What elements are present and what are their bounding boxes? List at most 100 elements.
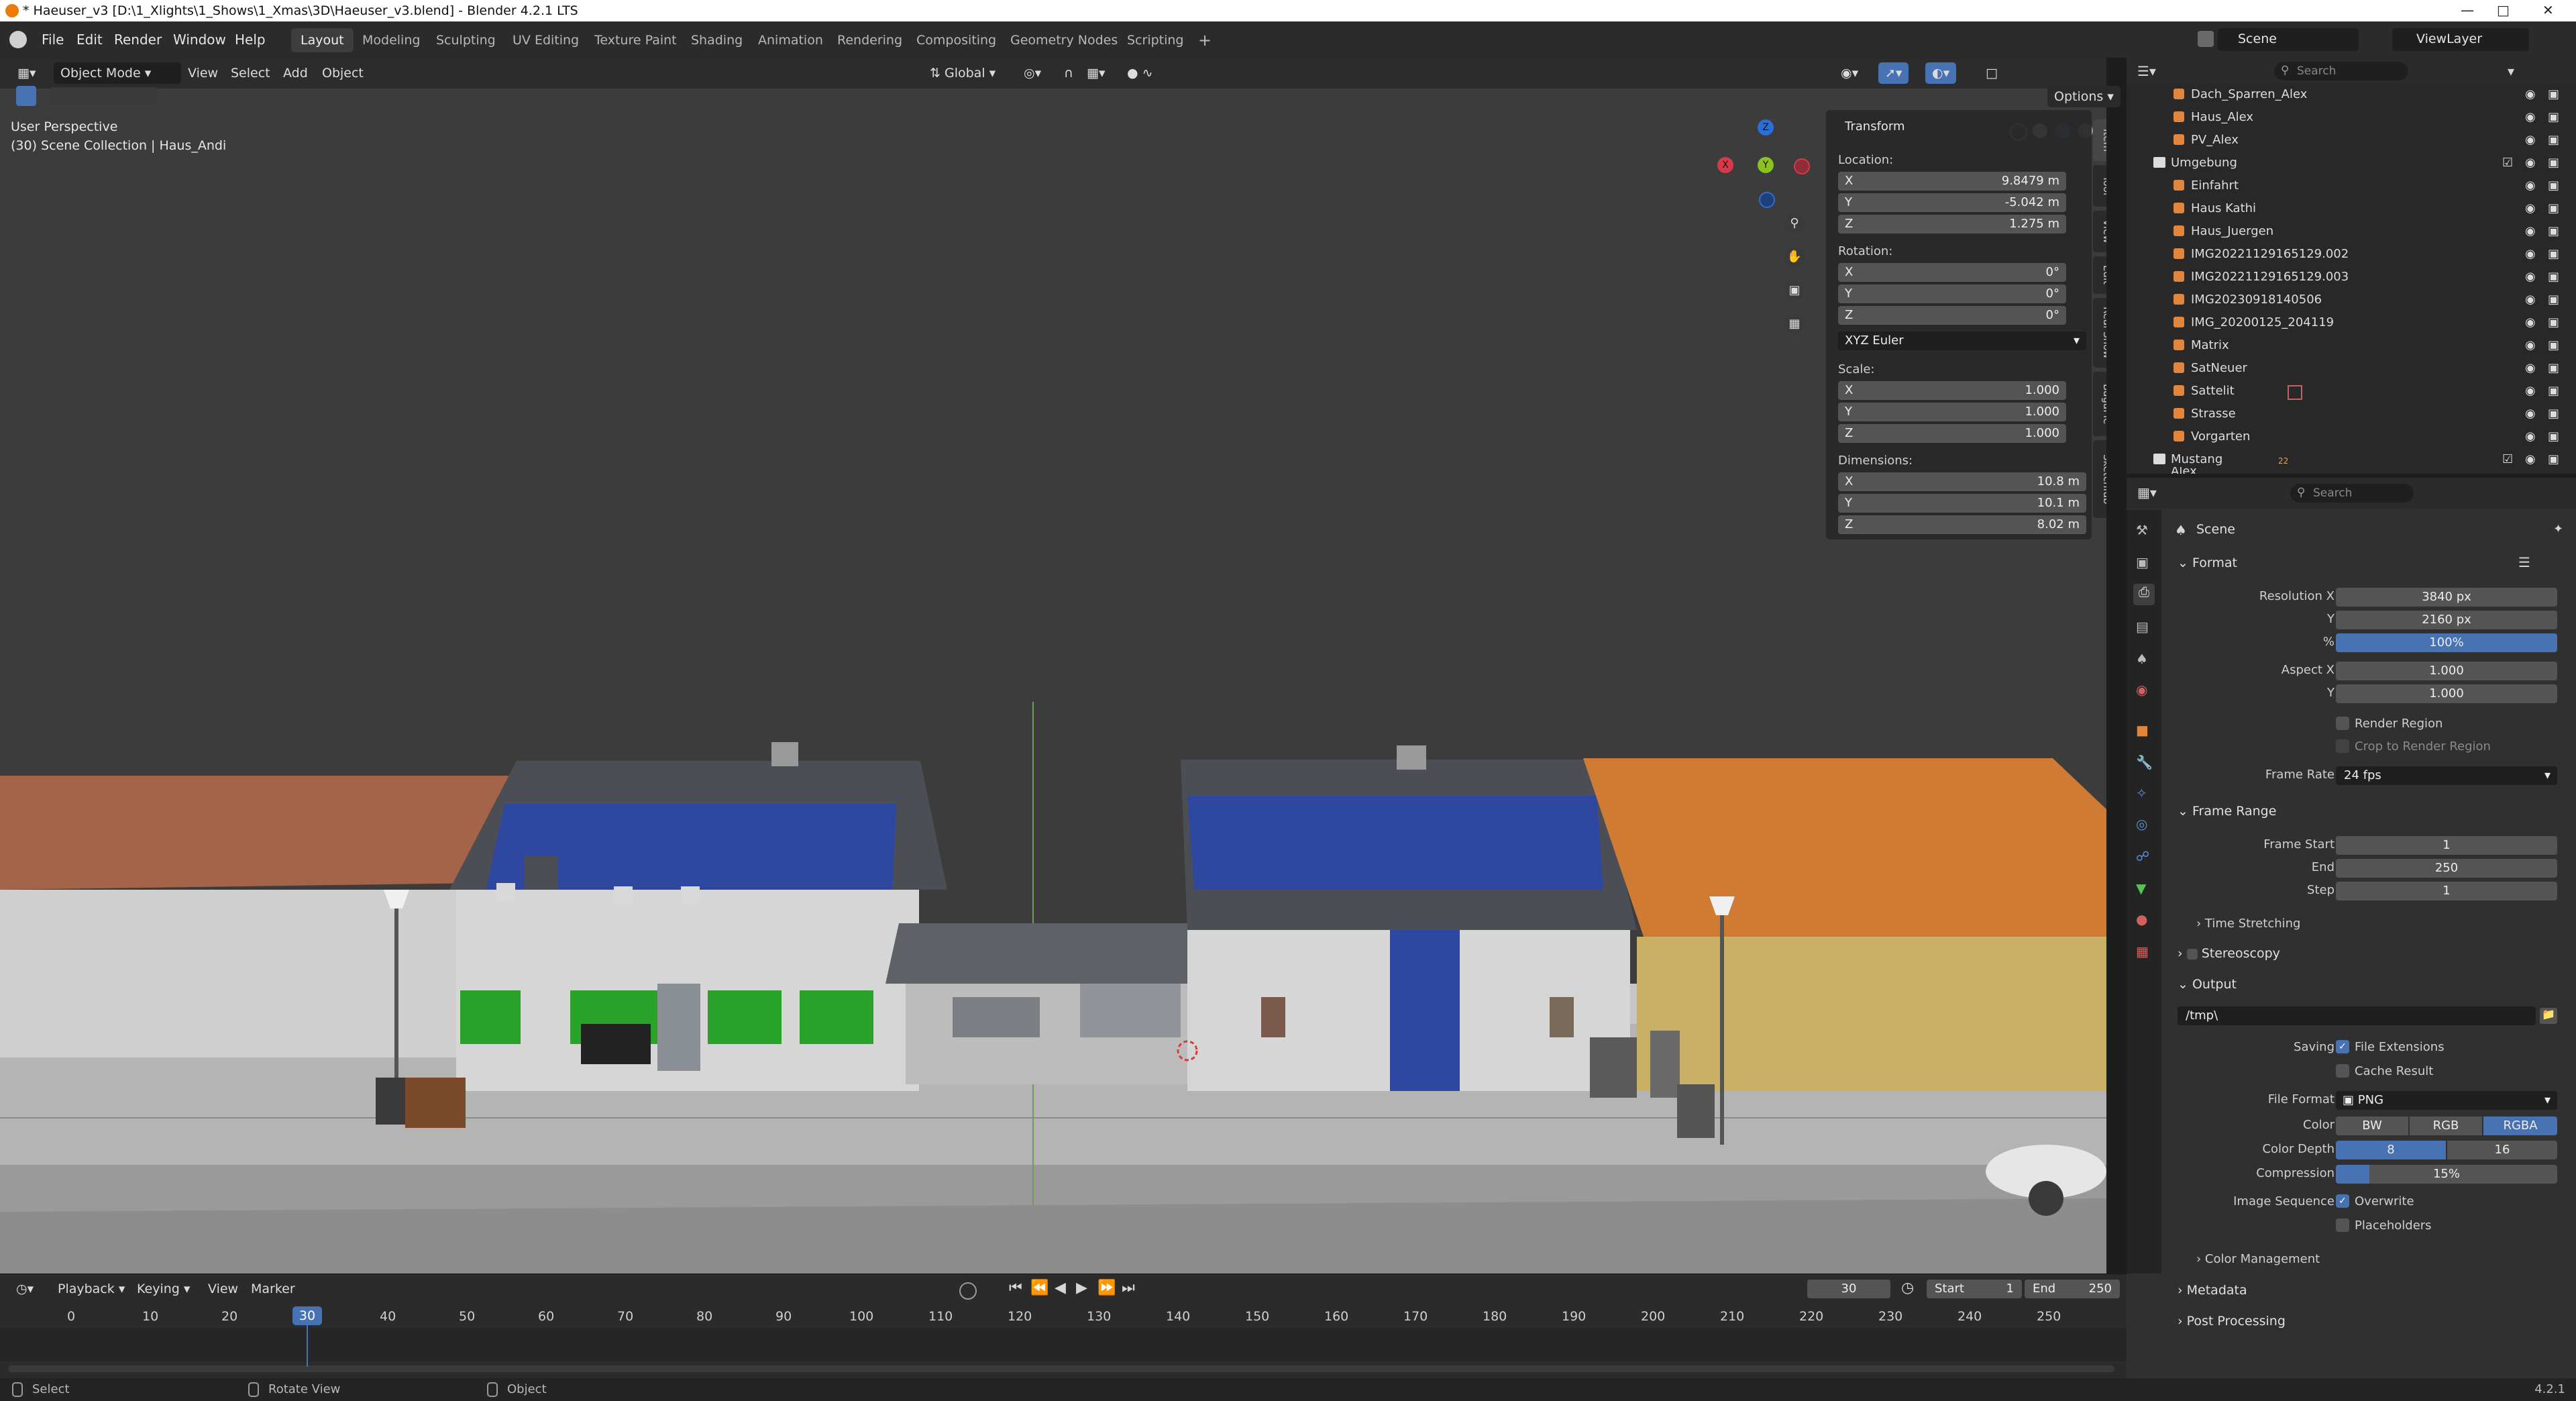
folder-icon[interactable]: 📁 xyxy=(2540,1008,2557,1024)
camera-render-icon[interactable]: ▣ xyxy=(2548,361,2559,375)
constraints-tab-icon[interactable]: ☍ xyxy=(2136,848,2149,864)
xray-icon[interactable]: □ xyxy=(1979,62,2004,84)
format-panel-header[interactable]: ⌄ Format xyxy=(2178,556,2237,570)
ortho-grid-icon[interactable]: ▦ xyxy=(1784,314,1805,334)
mode-selector[interactable]: Object Mode ▾ xyxy=(54,62,181,84)
eye-icon[interactable]: ◉ xyxy=(2525,429,2536,444)
jump-keyframe-forward-icon[interactable]: ⏩ xyxy=(1097,1280,1116,1296)
eye-icon[interactable]: ◉ xyxy=(2525,338,2536,352)
menu-marker[interactable]: Marker xyxy=(244,1278,302,1300)
eye-icon[interactable]: ◉ xyxy=(2525,201,2536,215)
frame-step-field[interactable]: 1 xyxy=(2336,882,2557,900)
gizmo-neg-z-axis[interactable] xyxy=(1759,192,1775,208)
time-stretching-subpanel[interactable]: › Time Stretching xyxy=(2196,917,2300,931)
zoom-icon[interactable]: ⚲ xyxy=(1784,213,1805,234)
frame-rate-select[interactable]: 24 fps ▾ xyxy=(2336,766,2557,785)
gizmo-y-axis[interactable]: Y xyxy=(1758,157,1774,173)
menu-view[interactable]: View xyxy=(181,62,225,84)
menu-view[interactable]: View xyxy=(201,1278,245,1300)
overlay-toggle-icon[interactable]: ◐▾ xyxy=(1925,62,1957,84)
start-frame-field[interactable]: Start 1 xyxy=(1927,1280,2022,1298)
sidetab-sketchfab[interactable]: Sketchfab xyxy=(2093,440,2106,518)
menu-keying[interactable]: Keying ▾ xyxy=(130,1278,197,1300)
camera-render-icon[interactable]: ▣ xyxy=(2548,178,2559,193)
jump-start-icon[interactable]: ⏮ xyxy=(1009,1280,1022,1296)
rotation-y-field[interactable]: Y 0° xyxy=(1838,284,2066,303)
camera-render-icon[interactable]: ▣ xyxy=(2548,270,2559,284)
outliner-row[interactable]: Sattelit ◉ ▣ xyxy=(2127,381,2576,404)
eye-icon[interactable]: ◉ xyxy=(2525,293,2536,307)
outliner-row[interactable]: Umgebung ☑ ◉ ▣ xyxy=(2127,153,2576,176)
outliner-row[interactable]: Vorgarten ◉ ▣ xyxy=(2127,427,2576,450)
menu-file[interactable]: File xyxy=(35,28,70,52)
color-depth-8-button[interactable]: 8 xyxy=(2336,1141,2446,1159)
dimensions-y-field[interactable]: Y 10.1 m xyxy=(1838,494,2086,513)
metadata-panel-header[interactable]: › Metadata xyxy=(2178,1283,2567,1307)
camera-render-icon[interactable]: ▣ xyxy=(2548,407,2559,421)
presets-list-icon[interactable]: ☰ xyxy=(2518,554,2530,570)
location-z-field[interactable]: Z 1.275 m xyxy=(1838,215,2066,234)
outliner-row[interactable]: Dach_Sparren_Alex ◉ ▣ xyxy=(2127,85,2576,107)
tab-animation[interactable]: Animation xyxy=(749,28,833,52)
stereoscopy-panel-header[interactable]: › Stereoscopy xyxy=(2178,946,2280,961)
gizmo-toggle-icon[interactable]: ➚▾ xyxy=(1878,62,1909,84)
add-workspace-icon[interactable]: + xyxy=(1189,28,1221,52)
camera-render-icon[interactable]: ▣ xyxy=(2548,133,2559,147)
snap-target-icon[interactable]: ▦▾ xyxy=(1080,62,1112,84)
transform-panel-title[interactable]: Transform xyxy=(1845,119,1905,134)
pivot-icon[interactable]: ◎▾ xyxy=(1017,62,1048,84)
menu-select[interactable]: Select xyxy=(224,62,277,84)
overwrite-checkbox[interactable]: ✓ xyxy=(2336,1194,2349,1208)
dimensions-z-field[interactable]: Z 8.02 m xyxy=(1838,515,2086,534)
eye-icon[interactable]: ◉ xyxy=(2525,452,2536,466)
tab-modeling[interactable]: Modeling xyxy=(353,28,429,52)
color-management-subpanel[interactable]: › Color Management xyxy=(2196,1252,2320,1266)
editor-type-icon[interactable]: ◷▾ xyxy=(9,1278,40,1300)
eye-icon[interactable]: ◉ xyxy=(2525,384,2536,398)
checkbox-icon[interactable]: ☑ xyxy=(2502,156,2513,170)
checkbox-icon[interactable]: ☑ xyxy=(2502,452,2513,466)
outliner-row[interactable]: SatNeuer ◉ ▣ xyxy=(2127,358,2576,381)
navigation-gizmo[interactable]: Z X Y xyxy=(1716,119,1810,213)
playhead-marker[interactable]: 30 xyxy=(292,1306,322,1325)
camera-render-icon[interactable]: ▣ xyxy=(2548,338,2559,352)
location-y-field[interactable]: Y -5.042 m xyxy=(1838,193,2066,212)
outliner-row[interactable]: Haus_Alex ◉ ▣ xyxy=(2127,107,2576,130)
viewlayer-selector[interactable]: ViewLayer xyxy=(2392,28,2529,51)
eye-icon[interactable]: ◉ xyxy=(2525,315,2536,329)
menu-help[interactable]: Help xyxy=(228,28,272,52)
viewport-3d[interactable]: User Perspective (30) Scene Collection |… xyxy=(0,58,2106,1274)
color-depth-16-button[interactable]: 16 xyxy=(2447,1141,2557,1159)
outliner-row[interactable]: IMG20221129165129.003 ◉ ▣ xyxy=(2127,267,2576,290)
render-region-checkbox[interactable] xyxy=(2336,717,2349,730)
clock-icon[interactable]: ◷ xyxy=(1901,1280,1914,1296)
rotation-z-field[interactable]: Z 0° xyxy=(1838,306,2066,325)
eye-icon[interactable]: ◉ xyxy=(2525,156,2536,170)
proportional-edit-icon[interactable]: ● ∿ xyxy=(1120,62,1160,84)
outliner-row[interactable]: IMG20221129165129.002 ◉ ▣ xyxy=(2127,244,2576,267)
tool-tab-icon[interactable]: ⚒ xyxy=(2136,522,2148,538)
post-processing-panel-header[interactable]: › Post Processing xyxy=(2178,1314,2567,1338)
output-panel-header[interactable]: ⌄ Output xyxy=(2178,977,2237,992)
camera-render-icon[interactable]: ▣ xyxy=(2548,110,2559,124)
autokey-record-icon[interactable] xyxy=(959,1282,977,1300)
frame-range-panel-header[interactable]: ⌄ Frame Range xyxy=(2178,804,2276,819)
maximize-icon[interactable]: □ xyxy=(2497,2,2510,18)
crop-region-checkbox[interactable] xyxy=(2336,739,2349,753)
sidetab-edit[interactable]: Edit xyxy=(2093,256,2106,294)
resolution-percent-field[interactable]: 100% xyxy=(2336,633,2557,652)
eye-icon[interactable]: ◉ xyxy=(2525,270,2536,284)
gizmo-x-axis[interactable]: X xyxy=(1717,157,1733,173)
jump-keyframe-back-icon[interactable]: ⏪ xyxy=(1030,1280,1049,1296)
snap-icon[interactable]: ∩ xyxy=(1057,62,1080,84)
scale-z-field[interactable]: Z 1.000 xyxy=(1838,424,2066,443)
object-tab-icon[interactable]: ■ xyxy=(2136,722,2149,738)
world-tab-icon[interactable]: ◉ xyxy=(2136,682,2147,698)
eye-icon[interactable]: ◉ xyxy=(2525,224,2536,238)
camera-render-icon[interactable]: ▣ xyxy=(2548,293,2559,307)
file-extensions-checkbox[interactable]: ✓ xyxy=(2336,1040,2349,1053)
outliner-row[interactable]: PV_Alex ◉ ▣ xyxy=(2127,130,2576,153)
editor-type-icon[interactable]: ▦▾ xyxy=(11,62,43,84)
scale-x-field[interactable]: X 1.000 xyxy=(1838,381,2066,400)
filter-icon[interactable]: ▾ xyxy=(2508,63,2514,79)
